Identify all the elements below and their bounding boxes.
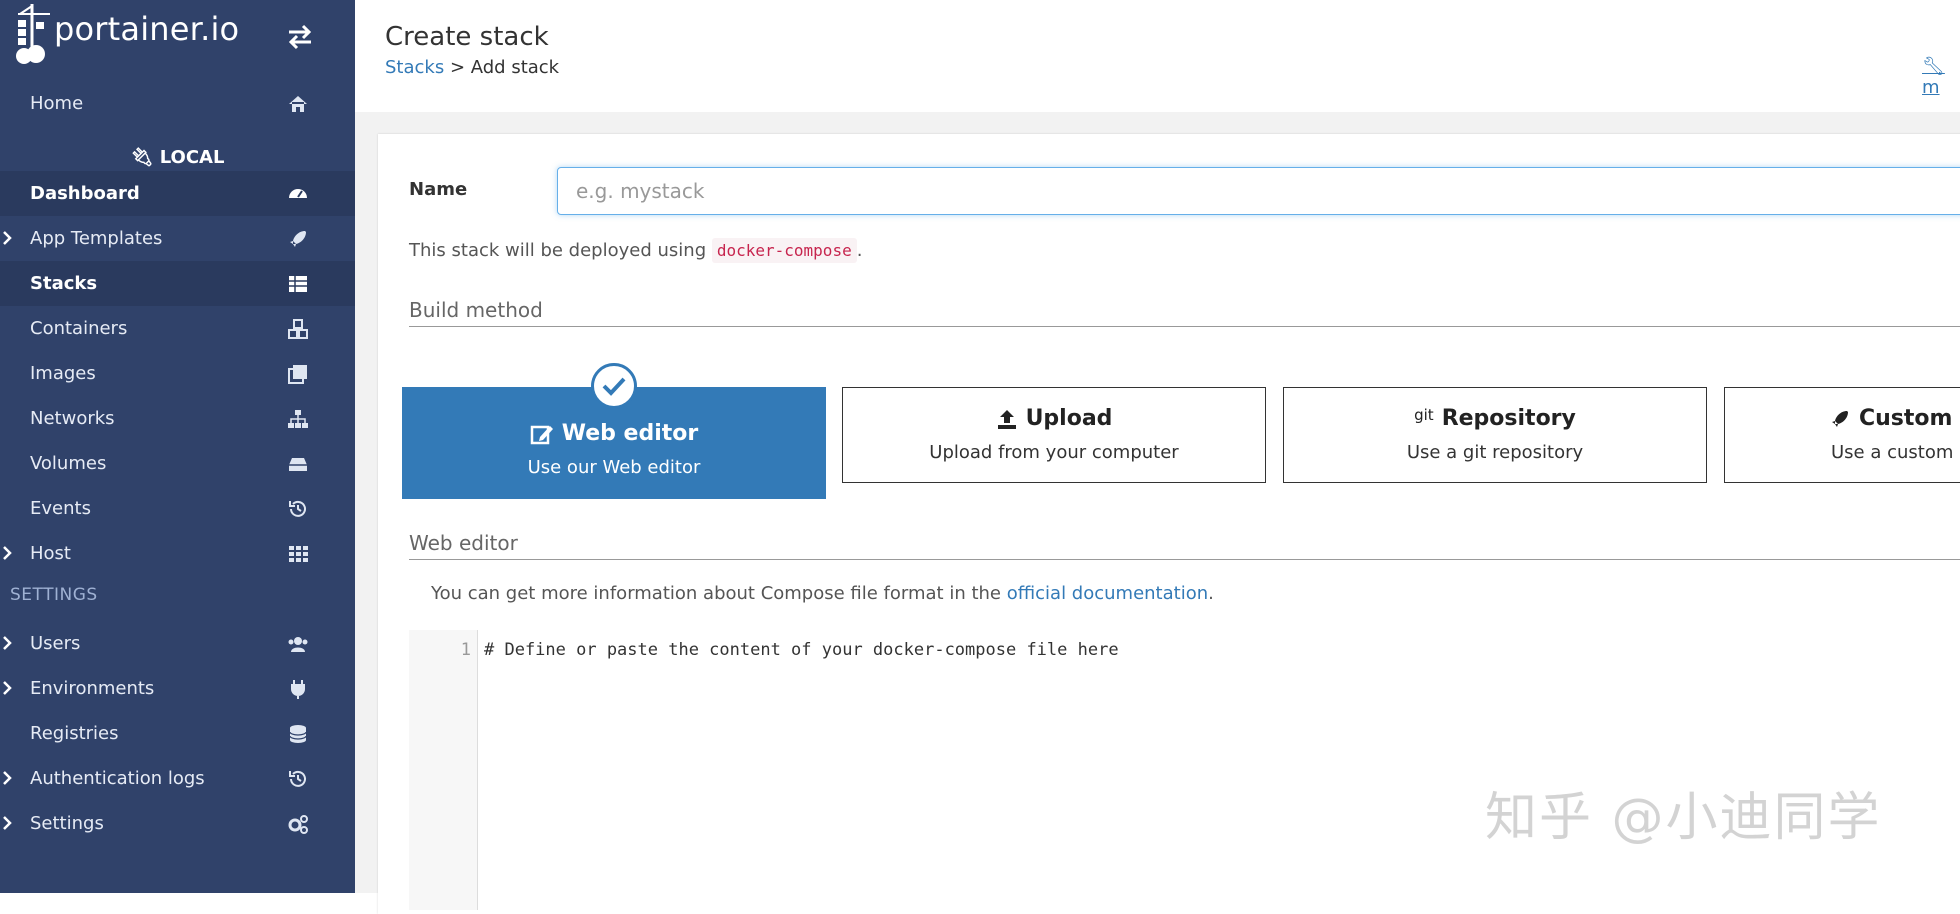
sidebar-item-label: Images	[30, 363, 96, 384]
chevron-right-icon	[3, 636, 12, 650]
dashboard-icon	[289, 189, 307, 198]
sidebar-item-environments[interactable]: Environments	[0, 666, 355, 711]
logo-text: portainer.io	[54, 10, 240, 48]
watermark: 知乎 @小迪同学	[1485, 788, 1882, 848]
sidebar-item-networks[interactable]: Networks	[0, 396, 355, 441]
git-icon: git	[1414, 406, 1434, 424]
breadcrumb: Stacks > Add stack	[385, 57, 559, 78]
network-icon	[288, 410, 308, 428]
deploy-note: This stack will be deployed using docker…	[409, 238, 863, 263]
chevron-right-icon	[3, 231, 12, 245]
sidebar-item-host[interactable]: Host	[0, 531, 355, 576]
build-method-custom-template[interactable]: Custom te Use a custom	[1724, 387, 1960, 483]
sidebar-item-label: Dashboard	[30, 183, 140, 204]
upload-icon	[997, 410, 1016, 429]
compose-editor[interactable]: 1 # Define or paste the content of your …	[409, 630, 1960, 910]
sidebar-item-app-templates[interactable]: App Templates	[0, 216, 355, 261]
sidebar: portainer.io Home 🔌︎ LOCAL Dashboard App…	[0, 0, 355, 893]
settings-section-title: SETTINGS	[10, 585, 98, 605]
users-icon	[288, 637, 308, 652]
name-label: Name	[409, 179, 468, 200]
sidebar-item-label: Environments	[30, 678, 155, 699]
sidebar-item-label: Stacks	[30, 273, 98, 294]
chevron-right-icon	[3, 546, 12, 560]
sidebar-item-label: Users	[30, 633, 81, 654]
method-title: Custom te	[1829, 406, 1960, 431]
sidebar-item-home[interactable]: Home	[0, 81, 355, 126]
web-editor-title: Web editor	[409, 531, 1960, 560]
rocket-icon	[1832, 411, 1848, 427]
sidebar-item-label: Events	[30, 498, 91, 519]
method-title: Web editor	[403, 421, 825, 446]
edit-icon	[530, 425, 553, 445]
chevron-right-icon	[3, 771, 12, 785]
user-account-link[interactable]: 🔧︎m	[1922, 56, 1960, 98]
editor-info: You can get more information about Compo…	[431, 583, 1214, 604]
sidebar-item-images[interactable]: Images	[0, 351, 355, 396]
sidebar-item-events[interactable]: Events	[0, 486, 355, 531]
sidebar-item-label: Volumes	[30, 453, 107, 474]
line-number: 1	[460, 640, 471, 660]
method-description: Use a git repository	[1406, 442, 1584, 463]
name-input[interactable]	[557, 167, 1960, 215]
sidebar-item-authentication-logs[interactable]: Authentication logs	[0, 756, 355, 801]
sidebar-item-stacks[interactable]: Stacks	[0, 261, 355, 306]
page-header: Create stack Stacks > Add stack 🔧︎m	[355, 0, 1960, 112]
deploy-note-code: docker-compose	[711, 238, 857, 263]
build-method-upload[interactable]: Upload Upload from your computer	[842, 387, 1266, 483]
method-description: Use a custom	[1831, 442, 1954, 463]
sidebar-item-label: Authentication logs	[30, 768, 205, 789]
sidebar-item-label: Home	[30, 93, 84, 114]
chevron-right-icon	[3, 681, 12, 695]
sidebar-item-registries[interactable]: Registries	[0, 711, 355, 756]
sidebar-item-settings[interactable]: Settings	[0, 801, 355, 846]
hdd-icon	[289, 458, 307, 471]
sidebar-item-label: App Templates	[30, 228, 163, 249]
history-icon	[289, 500, 306, 517]
cogs-icon	[288, 815, 308, 834]
editor-line[interactable]: # Define or paste the content of your do…	[484, 640, 1119, 660]
plug-icon: 🔌︎	[130, 147, 154, 168]
sidebar-item-dashboard[interactable]: Dashboard	[0, 171, 355, 216]
stacks-icon	[289, 276, 307, 292]
sidebar-item-label: Settings	[30, 813, 104, 834]
method-title: Upload	[843, 406, 1265, 431]
breadcrumb-separator: >	[444, 57, 471, 78]
sidebar-item-label: Networks	[30, 408, 115, 429]
page-title: Create stack	[385, 22, 549, 52]
images-icon	[288, 365, 307, 384]
sidebar-item-label: Host	[30, 543, 71, 564]
swap-icon[interactable]	[285, 22, 315, 52]
portainer-logo-icon	[16, 4, 50, 64]
build-method-title: Build method	[409, 298, 1960, 327]
history-icon	[289, 770, 306, 787]
sidebar-item-users[interactable]: Users	[0, 621, 355, 666]
cubes-icon	[288, 319, 308, 339]
method-description: Use our Web editor	[527, 457, 701, 478]
sidebar-item-label: Containers	[30, 318, 128, 339]
breadcrumb-current: Add stack	[470, 57, 560, 78]
plug-icon	[291, 680, 305, 699]
breadcrumb-link-stacks[interactable]: Stacks	[385, 57, 444, 78]
sidebar-item-label: Registries	[30, 723, 119, 744]
rocket-icon	[290, 231, 306, 247]
wrench-icon: 🔧︎	[1922, 56, 1945, 77]
method-description: Upload from your computer	[929, 442, 1179, 463]
logo-bar: portainer.io	[0, 0, 355, 66]
method-title: git Repository	[1414, 406, 1576, 431]
database-icon	[289, 725, 307, 743]
selected-check-icon	[591, 363, 637, 409]
chevron-right-icon	[3, 816, 12, 830]
sidebar-item-containers[interactable]: Containers	[0, 306, 355, 351]
home-icon	[289, 96, 307, 112]
build-method-repository[interactable]: git Repository Use a git repository	[1283, 387, 1707, 483]
sidebar-item-volumes[interactable]: Volumes	[0, 441, 355, 486]
official-documentation-link[interactable]: official documentation	[1007, 583, 1208, 604]
grid-icon	[289, 546, 308, 562]
editor-gutter: 1	[409, 630, 478, 910]
